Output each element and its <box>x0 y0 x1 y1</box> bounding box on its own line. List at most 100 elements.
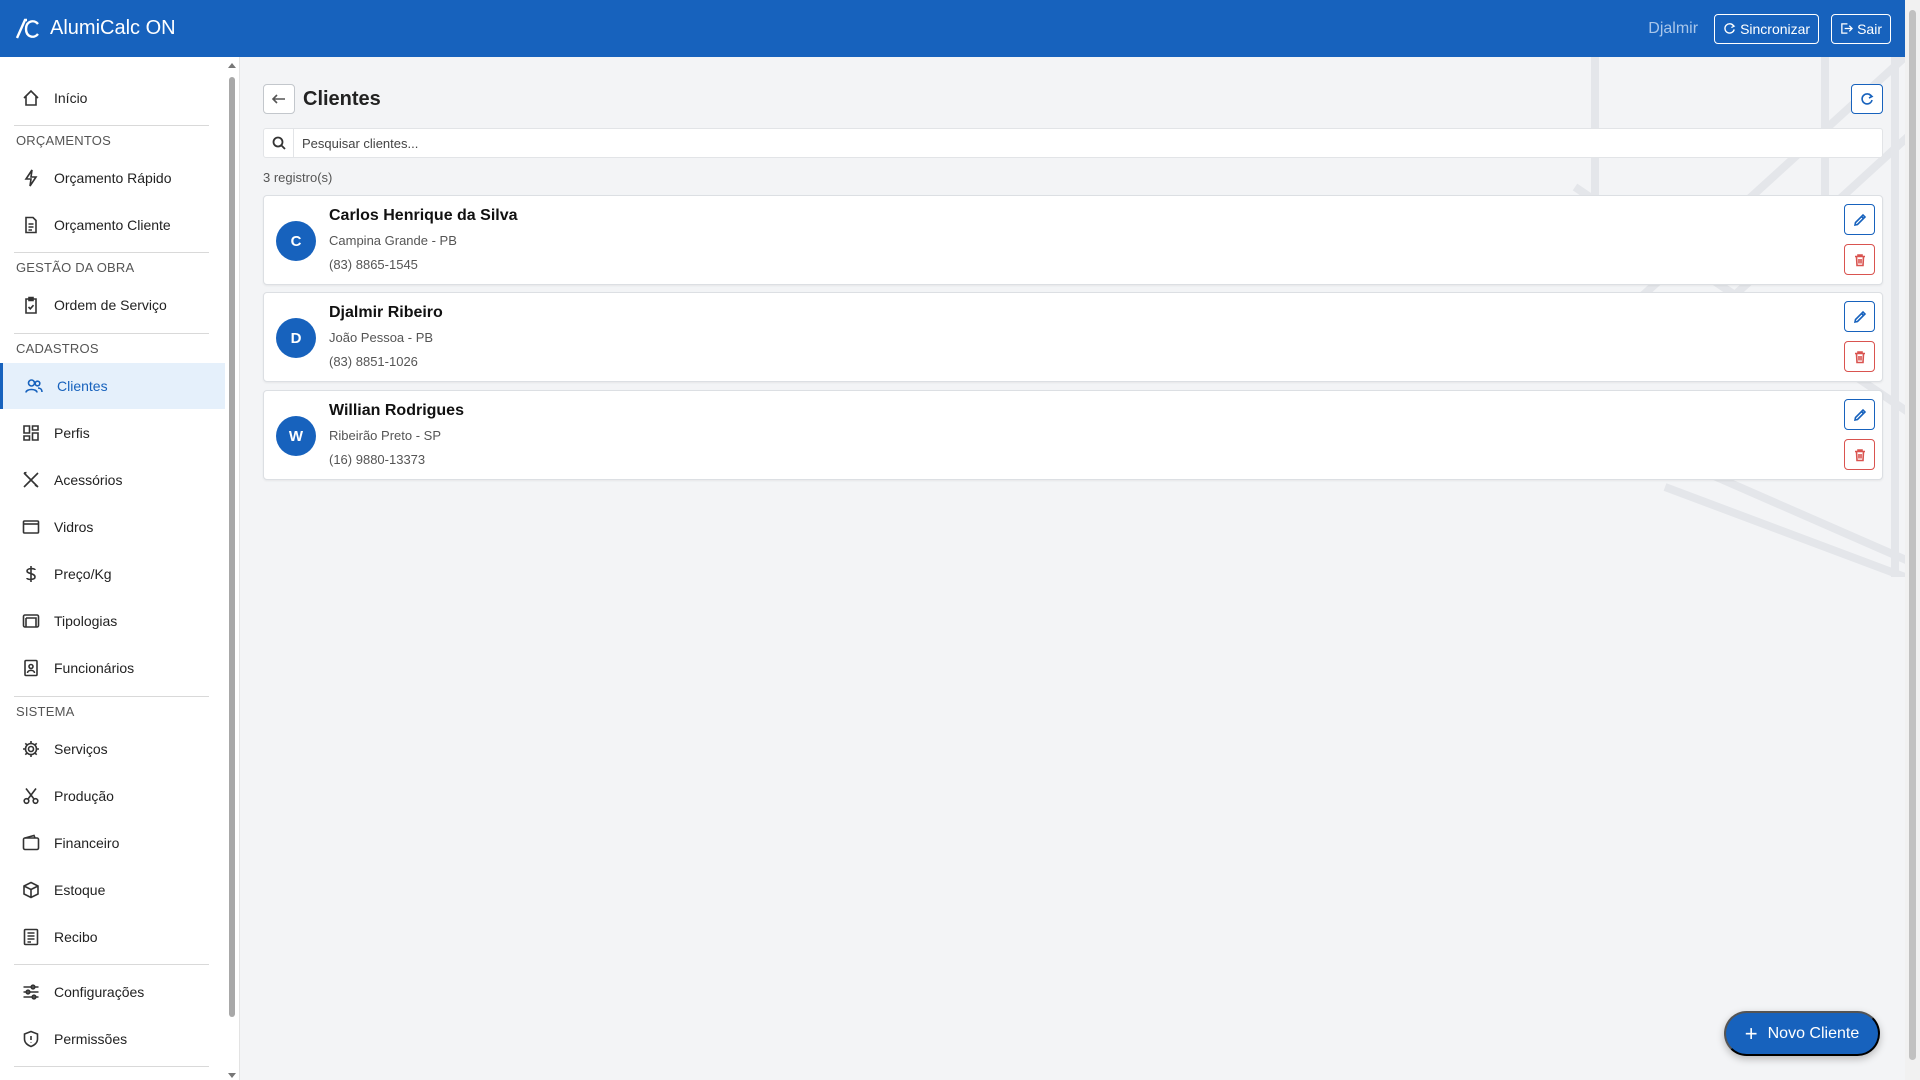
sidebar-item-servicos[interactable]: Serviços <box>0 726 225 772</box>
sidebar-item-label: Configurações <box>54 984 145 1000</box>
edit-client-button[interactable] <box>1844 301 1875 332</box>
client-phone: (16) 9880-13373 <box>329 452 426 467</box>
sidebar-item-orcamento-cliente[interactable]: Orçamento Cliente <box>0 202 225 248</box>
sidebar: Início ORÇAMENTOS Orçamento Rápido Orçam… <box>0 57 240 1080</box>
badge-icon <box>24 659 38 677</box>
sidebar-item-perfis[interactable]: Perfis <box>0 410 225 456</box>
sidebar-item-permissoes[interactable]: Permissões <box>0 1016 225 1062</box>
sidebar-item-inicio[interactable]: Início <box>0 75 225 121</box>
record-count: 3 registro(s) <box>263 170 333 185</box>
client-name: Carlos Henrique da Silva <box>329 207 518 224</box>
sidebar-item-label: Recibo <box>54 929 98 945</box>
layers-icon <box>22 614 40 628</box>
sidebar-item-label: Início <box>54 90 88 106</box>
refresh-button[interactable] <box>1851 84 1883 114</box>
avatar: W <box>276 416 316 456</box>
pencil-icon <box>1853 408 1866 421</box>
client-city: Ribeirão Preto - SP <box>329 428 441 443</box>
page-scrollbar[interactable] <box>1905 0 1920 1080</box>
sidebar-item-label: Financeiro <box>54 835 120 851</box>
brand[interactable]: AlumiCalc ON <box>14 16 176 42</box>
sidebar-item-estoque[interactable]: Estoque <box>0 867 225 913</box>
sidebar-item-label: Ordem de Serviço <box>54 297 167 313</box>
sidebar-item-label: Produção <box>54 788 114 804</box>
new-client-button[interactable]: + Novo Cliente <box>1724 1011 1880 1056</box>
avatar: C <box>276 221 316 261</box>
receipt-icon <box>23 928 39 946</box>
sync-icon <box>1724 23 1736 34</box>
delete-client-button[interactable] <box>1844 439 1875 470</box>
page-title: Clientes <box>303 87 381 110</box>
logout-button[interactable]: Sair <box>1831 13 1891 44</box>
logout-icon <box>1841 23 1854 34</box>
sidebar-item-configuracoes[interactable]: Configurações <box>0 969 225 1015</box>
search-input[interactable] <box>294 129 1874 157</box>
edit-client-button[interactable] <box>1844 399 1875 430</box>
trash-icon <box>1854 448 1865 461</box>
sidebar-item-clientes[interactable]: Clientes <box>0 363 225 409</box>
pencil-icon <box>1853 310 1866 323</box>
main-content: Clientes 3 registro(s) C Carlos Henrique… <box>241 57 1905 1080</box>
client-city: Campina Grande - PB <box>329 233 457 248</box>
tools-icon <box>23 471 39 488</box>
sidebar-item-producao[interactable]: Produção <box>0 773 225 819</box>
home-icon <box>23 89 39 106</box>
delete-client-button[interactable] <box>1844 244 1875 275</box>
sidebar-item-preco-kg[interactable]: Preço/Kg <box>0 551 225 597</box>
logo-icon <box>15 18 39 38</box>
refresh-icon <box>1861 93 1874 105</box>
client-name: Willian Rodrigues <box>329 402 464 419</box>
sidebar-item-acessorios[interactable]: Acessórios <box>0 457 225 503</box>
sidebar-item-funcionarios[interactable]: Funcionários <box>0 645 225 691</box>
sidebar-item-recibo[interactable]: Recibo <box>0 914 225 960</box>
section-gestao-da-obra: GESTÃO DA OBRA <box>16 260 135 275</box>
search-icon <box>272 136 286 150</box>
logout-label: Sair <box>1857 20 1882 37</box>
clipboard-icon <box>25 296 37 314</box>
sidebar-scrollbar[interactable] <box>226 57 238 1080</box>
section-orcamentos: ORÇAMENTOS <box>16 133 111 148</box>
dollar-icon <box>26 566 36 582</box>
trash-icon <box>1854 350 1865 363</box>
client-phone: (83) 8851-1026 <box>329 354 418 369</box>
avatar: D <box>276 318 316 358</box>
sidebar-item-financeiro[interactable]: Financeiro <box>0 820 225 866</box>
client-card[interactable]: W Willian Rodrigues Ribeirão Preto - SP … <box>263 390 1883 480</box>
sidebar-item-ordem-de-servico[interactable]: Ordem de Serviço <box>0 282 225 328</box>
new-client-label: Novo Cliente <box>1767 1024 1860 1042</box>
sync-label: Sincronizar <box>1740 20 1811 37</box>
delete-client-button[interactable] <box>1844 341 1875 372</box>
sidebar-item-label: Preço/Kg <box>54 566 112 582</box>
back-button[interactable] <box>263 84 295 114</box>
pencil-icon <box>1853 213 1866 226</box>
search-icon-container <box>264 129 294 157</box>
scissors-icon <box>23 788 39 805</box>
bolt-icon <box>24 169 38 187</box>
sidebar-item-label: Perfis <box>54 425 90 441</box>
sidebar-item-vidros[interactable]: Vidros <box>0 504 225 550</box>
client-city: João Pessoa - PB <box>329 330 434 345</box>
gear-icon <box>23 741 39 757</box>
client-card[interactable]: D Djalmir Ribeiro João Pessoa - PB (83) … <box>263 292 1883 382</box>
window-icon <box>22 520 40 534</box>
document-icon <box>25 216 37 234</box>
sliders-icon <box>23 984 39 1000</box>
plus-icon: + <box>1744 1020 1758 1046</box>
sidebar-item-tipologias[interactable]: Tipologias <box>0 598 225 644</box>
users-icon <box>25 379 43 393</box>
edit-client-button[interactable] <box>1844 204 1875 235</box>
shield-icon <box>23 1030 39 1048</box>
wallet-icon <box>22 834 40 851</box>
app-title: AlumiCalc ON <box>50 17 176 39</box>
sidebar-item-label: Orçamento Rápido <box>54 170 172 186</box>
sidebar-item-label: Acessórios <box>54 472 123 488</box>
box-icon <box>23 881 39 899</box>
top-bar: AlumiCalc ON Djalmir Sincronizar Sair <box>0 0 1905 57</box>
client-card[interactable]: C Carlos Henrique da Silva Campina Grand… <box>263 195 1883 285</box>
sidebar-item-label: Permissões <box>54 1031 128 1047</box>
arrow-left-icon <box>271 94 285 104</box>
sidebar-item-orcamento-rapido[interactable]: Orçamento Rápido <box>0 155 225 201</box>
sidebar-item-label: Serviços <box>54 741 108 757</box>
section-cadastros: CADASTROS <box>16 341 99 356</box>
sync-button[interactable]: Sincronizar <box>1714 13 1820 44</box>
